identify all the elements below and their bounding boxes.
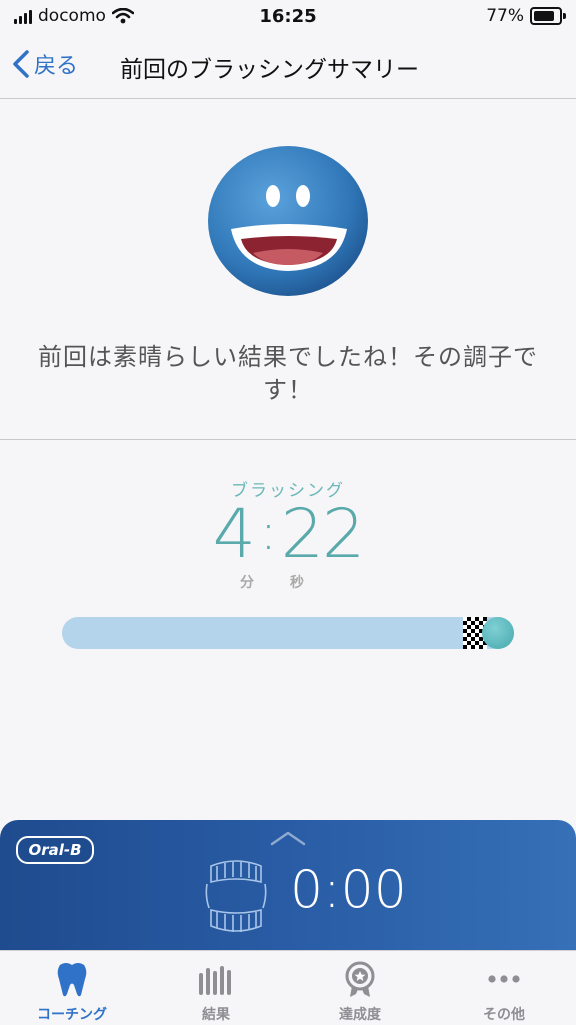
result-section: 前回は素晴らしい結果でしたね！その調子です！: [0, 99, 576, 440]
brushing-timer: 0:00: [290, 860, 407, 920]
status-right: 77%: [486, 6, 566, 26]
result-message: 前回は素晴らしい結果でしたね！その調子です！: [38, 343, 538, 404]
tab-coaching-label: コーチング: [37, 1007, 107, 1023]
tab-coaching[interactable]: コーチング: [0, 951, 144, 1025]
smiley-face-icon: [208, 146, 368, 296]
teeth-icon: [205, 860, 267, 932]
back-button[interactable]: 戻る: [12, 48, 78, 80]
tab-more[interactable]: その他: [432, 951, 576, 1025]
navigation-bar: 戻る 前回のブラッシングサマリー: [0, 34, 576, 99]
unit-minutes: 分: [240, 575, 254, 591]
unit-seconds: 秒: [290, 575, 304, 591]
time-colon: :: [259, 503, 277, 561]
progress-knob: [482, 617, 514, 649]
page-title: 前回のブラッシングサマリー: [120, 57, 419, 83]
oral-b-panel[interactable]: Oral-B 0:00: [0, 820, 576, 950]
battery-percent: 77%: [486, 6, 524, 26]
battery-icon: [530, 7, 566, 25]
tooth-icon: [57, 963, 87, 997]
status-bar: docomo 16:25 77%: [0, 0, 576, 34]
medal-icon: [345, 961, 375, 997]
brushing-time: 4:22: [0, 495, 576, 574]
chevron-left-icon: [13, 50, 29, 78]
tab-achievements-label: 達成度: [339, 1007, 381, 1023]
tab-more-label: その他: [483, 1007, 525, 1023]
tab-results-label: 結果: [202, 1007, 230, 1023]
tab-achievements[interactable]: 達成度: [288, 951, 432, 1025]
bar-chart-icon: [199, 966, 231, 995]
oral-b-logo: Oral-B: [16, 836, 94, 864]
chevron-up-icon[interactable]: [268, 828, 308, 848]
progress-bar: [62, 617, 514, 649]
back-label: 戻る: [34, 54, 79, 79]
more-icon: [488, 975, 520, 983]
brushing-seconds: 22: [280, 495, 366, 574]
tab-bar: コーチング 結果 達成度 その他: [0, 950, 576, 1025]
tab-results[interactable]: 結果: [144, 951, 288, 1025]
brushing-minutes: 4: [212, 495, 256, 574]
